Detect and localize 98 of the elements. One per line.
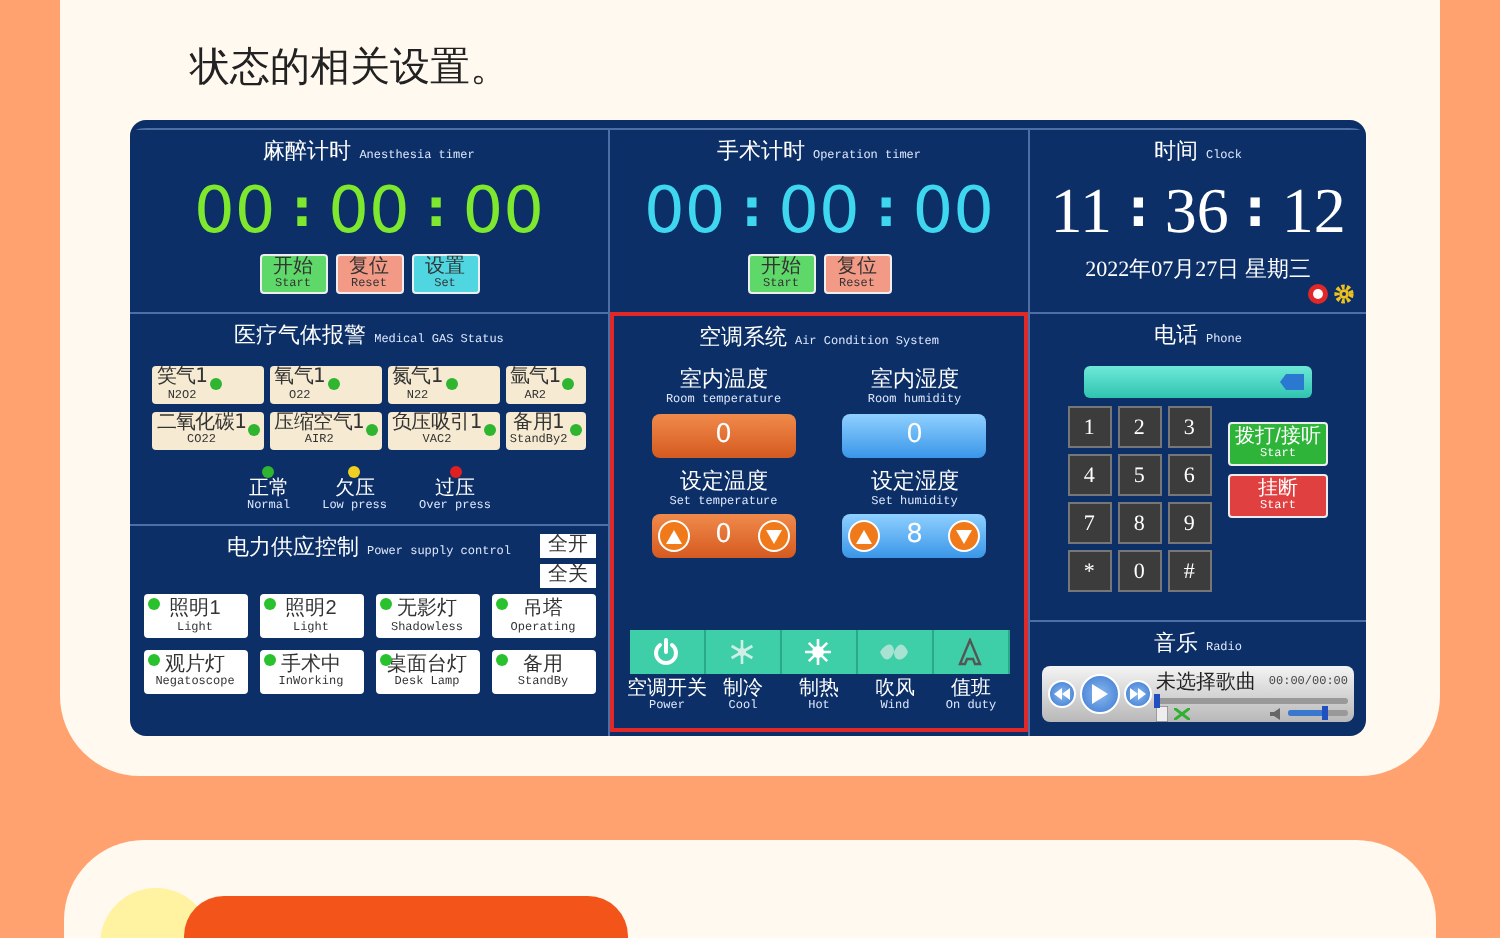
gas-name: 负压吸引1 <box>392 413 482 434</box>
next-button[interactable] <box>1124 680 1152 708</box>
section-title: 麻醉计时 <box>263 137 352 166</box>
gas-name: 笑气1 <box>156 368 208 389</box>
legend-label: 欠压 <box>334 477 375 500</box>
song-title: 未选择歌曲 <box>1156 669 1256 695</box>
mode-button[interactable] <box>629 630 705 675</box>
time-digits: 12 <box>1281 174 1346 246</box>
keypad-key[interactable]: 5 <box>1117 454 1162 496</box>
all-switch-button[interactable]: 全关 <box>540 564 596 588</box>
gas-name: 二氧化碳1 <box>156 413 247 434</box>
section-title: 手术计时 <box>716 138 805 166</box>
date-text: 2022年07月27日 星期三 <box>1085 256 1311 284</box>
setpoint-value: 8 <box>906 522 923 552</box>
down-arrow-icon <box>956 529 973 544</box>
keypad-key[interactable]: 6 <box>1167 454 1212 496</box>
progress-thumb[interactable] <box>1154 693 1160 707</box>
mode-button[interactable] <box>857 630 933 675</box>
keypad-key[interactable]: 9 <box>1167 502 1212 544</box>
volume-icon[interactable] <box>1270 707 1282 719</box>
time-digits: 00 <box>778 174 860 246</box>
playlist-icon[interactable] <box>1156 705 1168 721</box>
time-digits: 00 <box>462 174 544 246</box>
keypad-key[interactable]: 1 <box>1067 406 1112 448</box>
time-separator: : <box>425 180 447 240</box>
mode-label: 空调开关 <box>627 678 707 701</box>
power-icon <box>652 638 680 667</box>
gas-name: 压缩空气1 <box>274 413 365 434</box>
time-digits: 00 <box>194 174 276 246</box>
section-title: 电力供应控制 <box>226 533 359 562</box>
phone-number-field[interactable] <box>1084 366 1312 398</box>
keypad-key[interactable]: 4 <box>1067 454 1112 496</box>
mode-label: 吹风 <box>875 678 915 701</box>
reading-label: 室内温度 <box>679 368 768 393</box>
mode-button[interactable] <box>933 630 1009 675</box>
rewind-icon <box>1054 688 1070 700</box>
section-title: 音乐 <box>1153 629 1198 658</box>
snowflake-icon <box>728 638 756 667</box>
time-separator: : <box>1128 180 1149 240</box>
time-separator: : <box>741 180 763 240</box>
mode-label: 值班 <box>951 678 991 701</box>
setpoint-label: 设定温度 <box>679 469 768 494</box>
gas-name: 氩气1 <box>509 368 561 389</box>
time-separator: : <box>1244 180 1266 240</box>
decrease-button[interactable] <box>757 520 790 553</box>
mode-button[interactable] <box>781 630 857 675</box>
volume-track[interactable] <box>1288 710 1348 716</box>
fast-forward-icon <box>1130 688 1146 700</box>
time-digits: 36 <box>1164 174 1229 246</box>
increase-button[interactable] <box>657 520 690 553</box>
section-title: 医疗气体报警 <box>234 322 367 350</box>
time-digits: 00 <box>644 174 726 246</box>
previous-button[interactable] <box>1048 680 1076 708</box>
play-icon <box>1092 684 1108 704</box>
alarm-icon[interactable] <box>1308 284 1328 304</box>
duty-icon <box>958 638 982 667</box>
time-digits: 00 <box>328 174 410 246</box>
gas-name: 备用1 <box>513 413 565 434</box>
time-digits: 00 <box>912 174 994 246</box>
mode-button[interactable] <box>705 630 781 675</box>
sun-icon <box>804 638 832 667</box>
legend-label: 过压 <box>435 477 475 500</box>
mode-label: 制冷 <box>723 678 763 701</box>
progress-track[interactable] <box>1156 697 1348 703</box>
time-separator: : <box>875 180 897 240</box>
section-title: 时间 <box>1153 138 1198 166</box>
settings-icon[interactable] <box>1334 284 1354 304</box>
keypad-key[interactable]: * <box>1067 550 1112 592</box>
up-arrow-icon <box>665 529 682 544</box>
play-button[interactable] <box>1080 674 1120 714</box>
keypad-key[interactable]: 2 <box>1117 406 1162 448</box>
gas-name: 氧气1 <box>274 368 326 389</box>
time-digits: 11 <box>1050 174 1112 246</box>
backspace-icon[interactable] <box>1280 374 1304 390</box>
keypad-key[interactable]: # <box>1167 550 1212 592</box>
gas-name: 氮气1 <box>392 368 443 389</box>
intro-text: 状态的相关设置。 <box>190 40 512 94</box>
legend-label: 正常 <box>248 477 289 500</box>
mode-label: 制热 <box>799 678 839 701</box>
temperature-reading: 0 <box>651 413 796 458</box>
fan-icon <box>878 640 910 665</box>
section-title: 空调系统 <box>698 323 787 352</box>
up-arrow-icon <box>856 529 873 544</box>
down-arrow-icon <box>765 529 782 544</box>
keypad-key[interactable]: 7 <box>1067 502 1112 544</box>
keypad-key[interactable]: 0 <box>1117 550 1162 592</box>
volume-thumb[interactable] <box>1322 706 1328 720</box>
reading-label: 室内湿度 <box>870 368 959 393</box>
keypad-key[interactable]: 3 <box>1167 406 1212 448</box>
increase-button[interactable] <box>848 520 881 553</box>
section-title: 电话 <box>1153 322 1198 350</box>
keypad-key[interactable]: 8 <box>1117 502 1162 544</box>
setpoint-value: 0 <box>715 522 732 552</box>
time-separator: : <box>291 180 313 240</box>
setpoint-label: 设定湿度 <box>870 469 959 494</box>
humidity-reading: 0 <box>842 413 987 458</box>
decrease-button[interactable] <box>948 520 981 553</box>
all-switch-button[interactable]: 全开 <box>540 534 596 558</box>
